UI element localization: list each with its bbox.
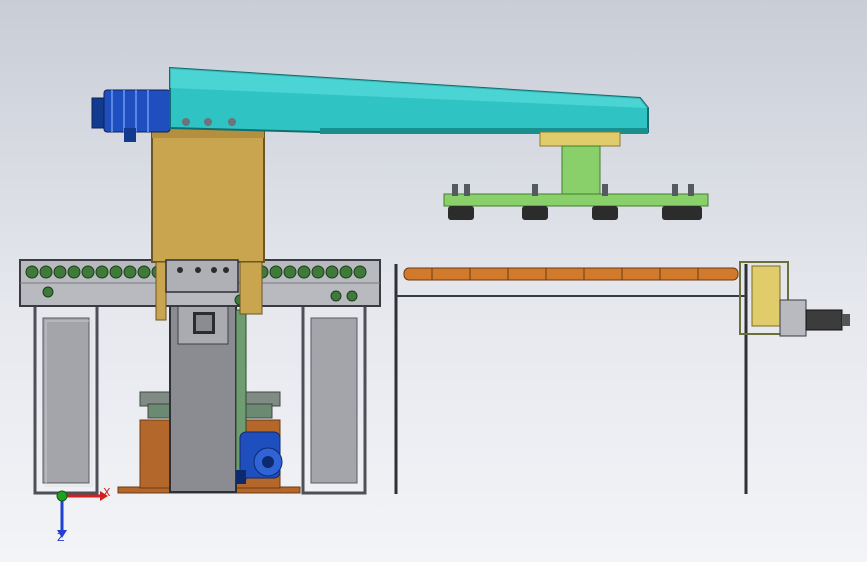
axis-triad: X Z <box>56 486 111 544</box>
vertical-column <box>151 127 265 263</box>
horizontal-arm <box>169 66 649 134</box>
machine-drawing: X Z <box>19 66 850 544</box>
x-axis-label: X <box>103 486 111 499</box>
z-axis-label: Z <box>57 531 65 544</box>
bottom-motor <box>236 431 283 484</box>
right-conveyor <box>394 261 850 494</box>
suction-gripper <box>443 131 709 220</box>
cad-viewport[interactable]: X Z <box>0 0 867 562</box>
center-mount-plate <box>165 259 239 293</box>
left-station <box>19 127 381 495</box>
